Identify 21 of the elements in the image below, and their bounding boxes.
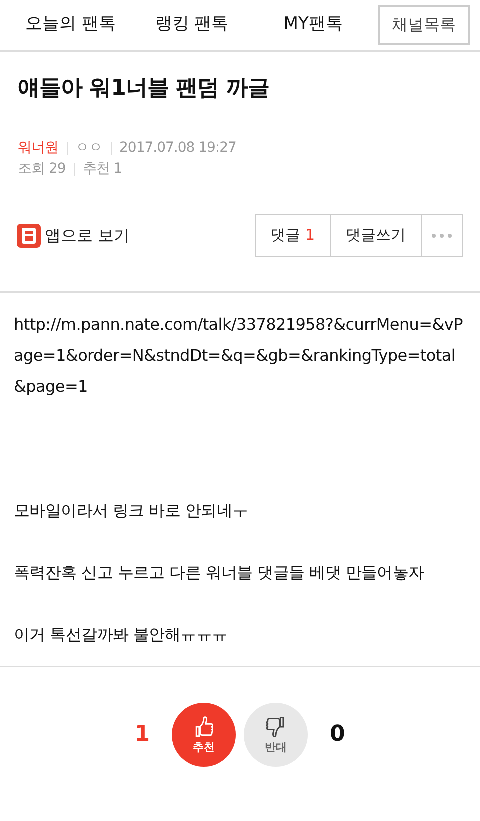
more-icon [432, 234, 452, 238]
nav-tab[interactable]: 랭킹 팬톡 [135, 12, 249, 38]
recommend-count: 추천 1 [82, 160, 122, 180]
app-icon [17, 224, 41, 248]
post-date: 2017.07.08 19:27 [120, 139, 236, 158]
nav-tab[interactable]: 오늘의 팬톡 [14, 12, 128, 38]
nav-tab[interactable]: MY팬톡 [256, 12, 370, 38]
body-text: 폭력잔혹 신고 누르고 다른 워너블 댓글들 베댓 만들어놓자 [14, 562, 426, 584]
url-text: http://m.pann.nate.com/talk/337821958?&currMenu=&vPage=1&order=N&stndDt=&q=&gb=&rankingType=total&page=1 [14, 314, 464, 398]
channel-link[interactable]: 워너원 [18, 138, 58, 160]
post-title: 얘들아 워1너블 팬덤 까글 [18, 76, 270, 102]
channel-list-button[interactable]: 채널목록 [378, 5, 470, 45]
view-count: 조회 29 [18, 160, 66, 180]
body-text: 이거 톡선갈까봐 불안해ㅠㅠㅠ [14, 624, 229, 646]
recommend-button[interactable]: 추천 [172, 702, 236, 767]
oppose-button[interactable]: 반대 [244, 702, 308, 767]
author-name: ㅇㅇ [76, 139, 102, 158]
vote-count: 0 [330, 721, 346, 750]
body-text: 모바일이라서 링크 바로 안되네ㅜ [14, 500, 250, 522]
vote-count: 1 [134, 721, 150, 750]
app-view-link[interactable]: 앱으로 보기 [17, 224, 130, 248]
